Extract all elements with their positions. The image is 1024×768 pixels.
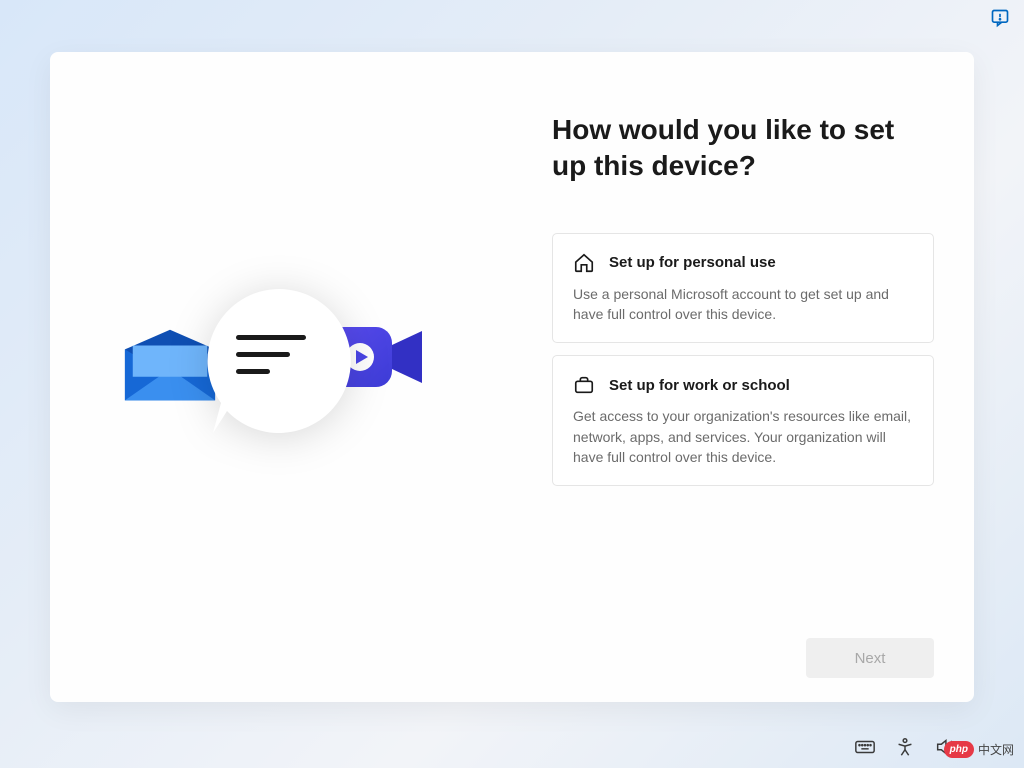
option-header: Set up for work or school [573, 374, 913, 396]
accessibility-icon[interactable] [894, 736, 916, 758]
content-pane: How would you like to set up this device… [512, 52, 974, 702]
page-heading: How would you like to set up this device… [552, 112, 934, 185]
option-title: Set up for personal use [609, 254, 776, 271]
option-personal-use[interactable]: Set up for personal use Use a personal M… [552, 233, 934, 344]
option-description: Use a personal Microsoft account to get … [573, 284, 913, 325]
option-title: Set up for work or school [609, 377, 790, 394]
next-button[interactable]: Next [806, 638, 934, 678]
setup-card: How would you like to set up this device… [50, 52, 974, 702]
illustration-pane [50, 52, 512, 702]
taskbar-icons [854, 736, 956, 758]
illustration [121, 277, 441, 477]
option-work-school[interactable]: Set up for work or school Get access to … [552, 355, 934, 486]
keyboard-icon[interactable] [854, 736, 876, 758]
option-header: Set up for personal use [573, 252, 913, 274]
watermark: php 中文网 [944, 741, 1014, 758]
watermark-badge: php [944, 741, 974, 758]
chat-lines [236, 335, 306, 386]
briefcase-icon [573, 374, 595, 396]
watermark-text: 中文网 [978, 741, 1014, 758]
feedback-icon[interactable] [990, 8, 1010, 28]
option-description: Get access to your organization's resour… [573, 406, 913, 467]
home-icon [573, 252, 595, 274]
